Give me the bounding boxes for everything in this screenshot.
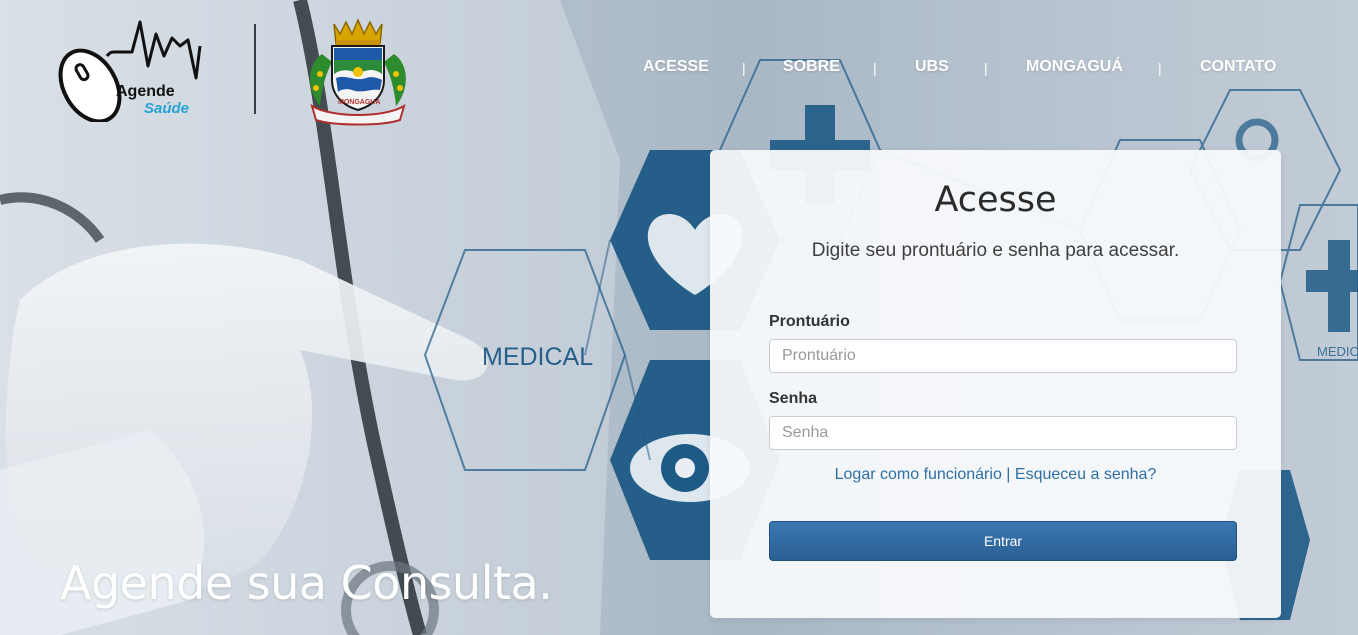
crest-banner-text: MONGAGUÁ (338, 99, 381, 106)
logo-text-saude: Saúde (144, 100, 190, 117)
logo-text-agende: Agende (116, 83, 175, 100)
enter-button[interactable]: Entrar (769, 521, 1237, 561)
nav-contato[interactable]: CONTATO (1200, 58, 1276, 76)
prontuario-input[interactable] (769, 339, 1237, 373)
nav-acesse[interactable]: ACESSE (643, 58, 709, 76)
nav-ubs[interactable]: UBS (915, 58, 949, 76)
nav-separator: | (742, 60, 746, 76)
login-links: Logar como funcionário | Esqueceu a senh… (710, 466, 1281, 484)
senha-input[interactable] (769, 416, 1237, 450)
employee-login-link[interactable]: Logar como funcionário (835, 466, 1002, 483)
nav-mongagua[interactable]: MONGAGUÁ (1026, 58, 1123, 76)
login-subtitle: Digite seu prontuário e senha para acess… (811, 240, 1180, 261)
nav-separator: | (1158, 60, 1162, 76)
nav-separator: | (873, 60, 877, 76)
senha-label: Senha (769, 390, 818, 407)
forgot-password-link[interactable]: Esqueceu a senha? (1015, 466, 1156, 483)
nav-separator: | (984, 60, 988, 76)
nav-sobre[interactable]: SOBRE (783, 58, 840, 76)
hex-medical-label-small: MEDICAL (1317, 344, 1358, 359)
hero-tagline: Agende sua Consulta. (60, 556, 553, 610)
logo-divider (254, 24, 256, 114)
coat-of-arms-icon (310, 18, 406, 126)
login-title: Acesse (934, 180, 1057, 220)
hex-medical-label: MEDICAL (482, 343, 594, 371)
login-card: Acesse Digite seu prontuário e senha par… (710, 150, 1281, 618)
main-nav: ACESSE | SOBRE | UBS | MONGAGUÁ | CONTAT… (620, 58, 1300, 82)
prontuario-label: Prontuário (769, 313, 850, 330)
mongagua-crest-logo[interactable]: MONGAGUÁ (302, 14, 414, 126)
links-separator: | (1006, 466, 1015, 483)
agende-saude-logo[interactable]: Agende Saúde (52, 16, 212, 124)
